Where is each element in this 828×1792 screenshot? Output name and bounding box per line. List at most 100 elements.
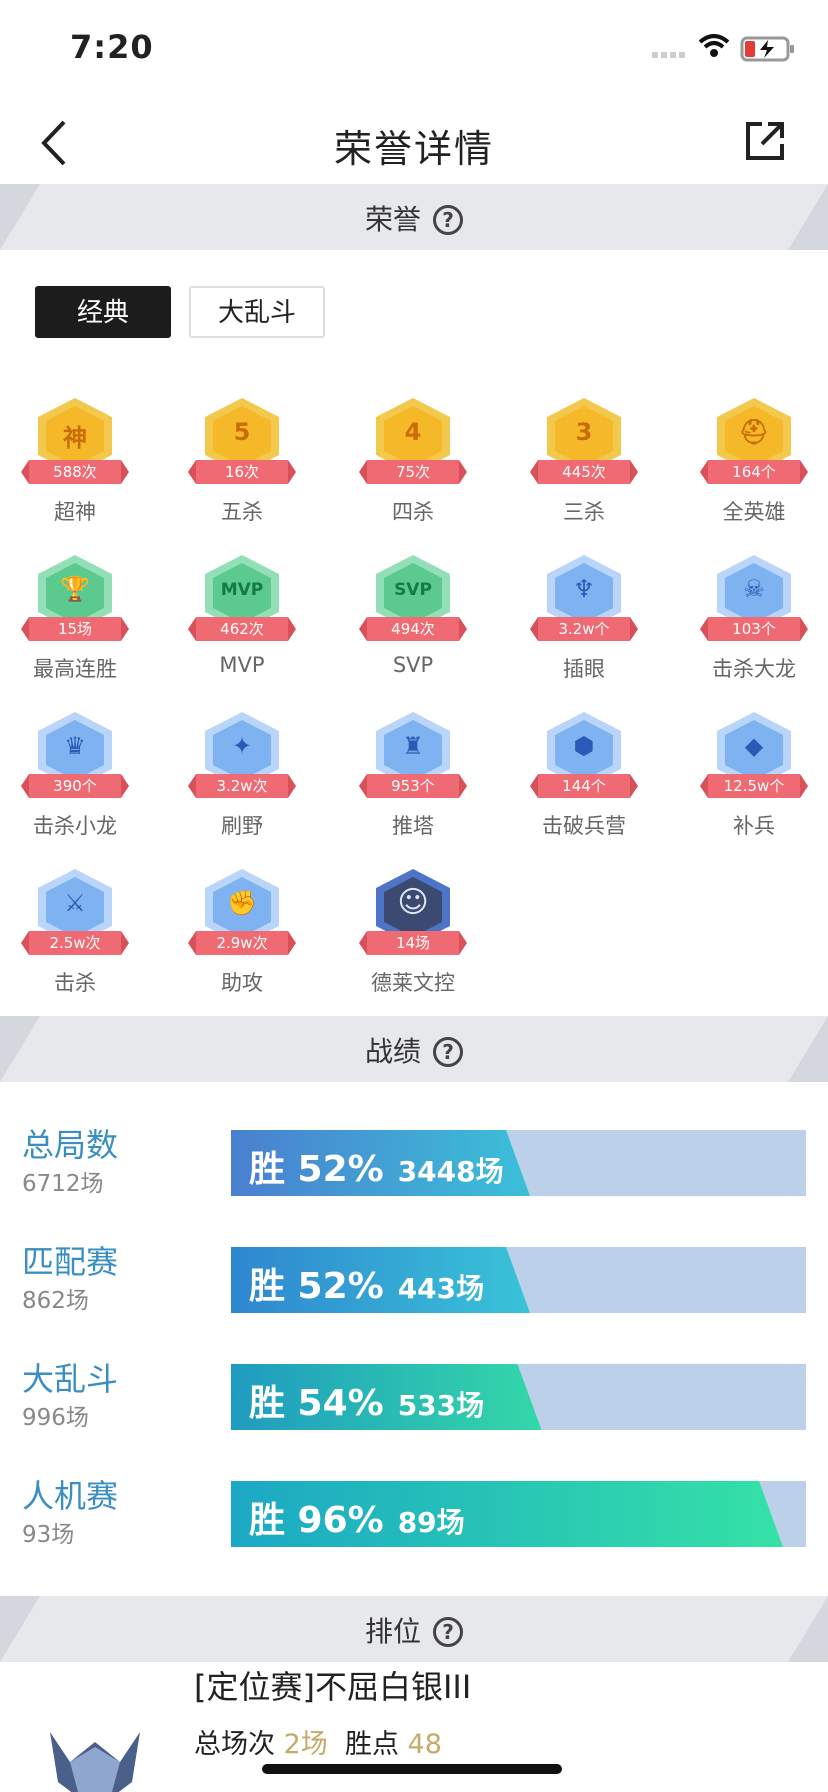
honor-item[interactable]: ♜ 953个 推塔 [338,706,488,846]
win-rate-bar: 胜 52% 3448场 [231,1130,806,1196]
honor-count: 16次 [188,460,296,484]
honor-item[interactable]: ✊ 2.9w次 助攻 [167,863,317,1003]
honor-item[interactable]: 5 16次 五杀 [167,392,317,532]
honor-item[interactable]: SVP 494次 SVP [338,549,488,689]
nav-bar: 荣誉详情 [0,100,828,186]
honor-label: SVP [392,653,434,677]
section-header-rank: 排位? [0,1596,828,1662]
rank-title: [定位赛]不屈白银III [194,1668,472,1706]
help-icon[interactable]: ? [433,1617,463,1647]
section-title-record: 战绩 [364,1035,421,1068]
stat-total: 862场 [22,1288,89,1314]
honor-count: 445次 [530,460,638,484]
honor-count: 390个 [21,774,129,798]
honor-count: 75次 [359,460,467,484]
honor-item[interactable]: MVP 462次 MVP [167,549,317,689]
honor-item[interactable]: 神 588次 超神 [0,392,150,532]
honor-count: 462次 [188,617,296,641]
honor-item[interactable]: 4 75次 四杀 [338,392,488,532]
honor-count: 164个 [700,460,808,484]
rank-total-value: 2场 [283,1729,328,1760]
honor-item[interactable]: ♛ 390个 击杀小龙 [0,706,150,846]
win-rate-label: 胜 54% [249,1383,384,1424]
honor-item[interactable]: ⛑ 164个 全英雄 [679,392,828,532]
stat-total: 93场 [22,1522,75,1548]
honor-label: 五杀 [221,500,263,524]
win-rate-bar: 胜 96% 89场 [231,1481,806,1547]
rank-points-value: 48 [407,1729,442,1760]
wifi-icon [698,34,730,57]
honor-label: 最高连胜 [33,657,117,681]
tab-classic[interactable]: 经典 [35,286,171,338]
win-rate-bar: 胜 52% 443场 [231,1247,806,1313]
honor-count: 103个 [700,617,808,641]
section-header-honor: 荣誉? [0,184,828,250]
honor-label: 推塔 [392,814,434,838]
honor-count: 2.5w次 [21,931,129,955]
stat-row[interactable]: 总局数 6712场 胜 52% 3448场 [0,1120,828,1200]
honor-count: 14场 [359,931,467,955]
cellular-signal-icon [652,52,685,58]
wins-count: 89场 [397,1506,465,1539]
honor-count: 2.9w次 [188,931,296,955]
help-icon[interactable]: ? [433,205,463,235]
honor-item[interactable]: ⬢ 144个 击破兵营 [509,706,659,846]
wins-count: 443场 [397,1272,485,1305]
honor-item[interactable]: ⚔ 2.5w次 击杀 [0,863,150,1003]
honor-item[interactable]: ✦ 3.2w次 刷野 [167,706,317,846]
honor-count: 494次 [359,617,467,641]
wins-count: 3448场 [397,1155,504,1188]
honor-item[interactable]: 🏆 15场 最高连胜 [0,549,150,689]
honor-label: 刷野 [221,814,263,838]
win-rate-label: 胜 96% [249,1500,384,1541]
honor-count: 3.2w个 [530,617,638,641]
honor-item[interactable]: ♆ 3.2w个 插眼 [509,549,659,689]
honor-label: 三杀 [563,500,605,524]
page-title: 荣誉详情 [333,127,494,171]
honor-label: 击杀 [54,971,96,995]
win-rate-label: 胜 52% [249,1266,384,1307]
honor-item[interactable]: ◆ 12.5w个 补兵 [679,706,828,846]
honor-item[interactable]: ☠ 103个 击杀大龙 [679,549,828,689]
honor-count: 144个 [530,774,638,798]
tab-brawl[interactable]: 大乱斗 [189,286,325,338]
battery-charging-icon [740,36,794,62]
status-bar: 7:20 [0,0,828,96]
section-title-rank: 排位 [364,1615,421,1648]
honor-count: 15场 [21,617,129,641]
honor-label: 补兵 [733,814,775,838]
status-time: 7:20 [70,28,154,66]
honor-label: 击破兵营 [542,814,626,838]
honor-label: 击杀小龙 [33,814,117,838]
honor-label: 击杀大龙 [712,657,796,681]
honor-item[interactable]: 3 445次 三杀 [509,392,659,532]
section-title-honor: 荣誉 [364,203,421,236]
stat-total: 996场 [22,1405,89,1431]
stat-row[interactable]: 人机赛 93场 胜 96% 89场 [0,1471,828,1551]
honor-label: 超神 [54,500,96,524]
honor-item[interactable]: ☺ 14场 德莱文控 [338,863,488,1003]
rank-points-label: 胜点 [344,1729,399,1760]
share-icon[interactable] [742,118,788,164]
stat-row[interactable]: 匹配赛 862场 胜 52% 443场 [0,1237,828,1317]
honor-label: 德莱文控 [371,971,455,995]
honor-count: 12.5w个 [700,774,808,798]
stat-name: 匹配赛 [22,1243,119,1281]
honor-label: 插眼 [563,657,605,681]
honor-label: MVP [219,653,265,677]
honor-label: 全英雄 [722,500,786,524]
home-indicator[interactable] [262,1764,562,1774]
win-rate-bar: 胜 54% 533场 [231,1364,806,1430]
help-icon[interactable]: ? [433,1037,463,1067]
honor-count: 953个 [359,774,467,798]
honor-count: 588次 [21,460,129,484]
honor-count: 3.2w次 [188,774,296,798]
stat-name: 总局数 [22,1126,119,1164]
stat-row[interactable]: 大乱斗 996场 胜 54% 533场 [0,1354,828,1434]
rank-summary: 总场次 2场 胜点 48 [194,1722,442,1761]
win-rate-label: 胜 52% [249,1149,384,1190]
rank-total-label: 总场次 [194,1729,275,1760]
honor-label: 四杀 [392,500,434,524]
honor-label: 助攻 [221,971,263,995]
section-header-record: 战绩? [0,1016,828,1082]
